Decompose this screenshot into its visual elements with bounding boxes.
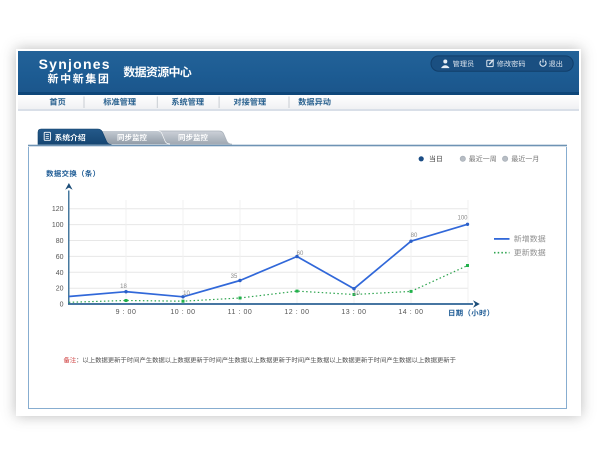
svg-text:13 : 00: 13 : 00 <box>341 309 366 316</box>
svg-text:120: 120 <box>52 206 64 213</box>
svg-text:40: 40 <box>56 270 64 277</box>
svg-text:11 : 00: 11 : 00 <box>228 309 253 316</box>
svg-text:20: 20 <box>56 286 64 293</box>
svg-text:80: 80 <box>56 238 64 245</box>
svg-text:14 : 00: 14 : 00 <box>398 309 423 316</box>
svg-text:60: 60 <box>297 251 304 257</box>
svg-text:18: 18 <box>120 284 127 290</box>
svg-text:100: 100 <box>52 222 64 229</box>
svg-text:10: 10 <box>183 291 190 297</box>
svg-text:35: 35 <box>231 274 238 280</box>
svg-text:80: 80 <box>411 233 418 239</box>
svg-text:12 : 00: 12 : 00 <box>284 309 309 316</box>
svg-text:100: 100 <box>457 216 468 222</box>
svg-text:10 : 00: 10 : 00 <box>170 309 195 316</box>
svg-text:60: 60 <box>56 254 64 261</box>
svg-text:9 : 00: 9 : 00 <box>116 309 137 316</box>
svg-text:0: 0 <box>60 302 64 309</box>
svg-text:10: 10 <box>353 291 360 297</box>
svg-text:Synjones: Synjones <box>39 56 111 72</box>
